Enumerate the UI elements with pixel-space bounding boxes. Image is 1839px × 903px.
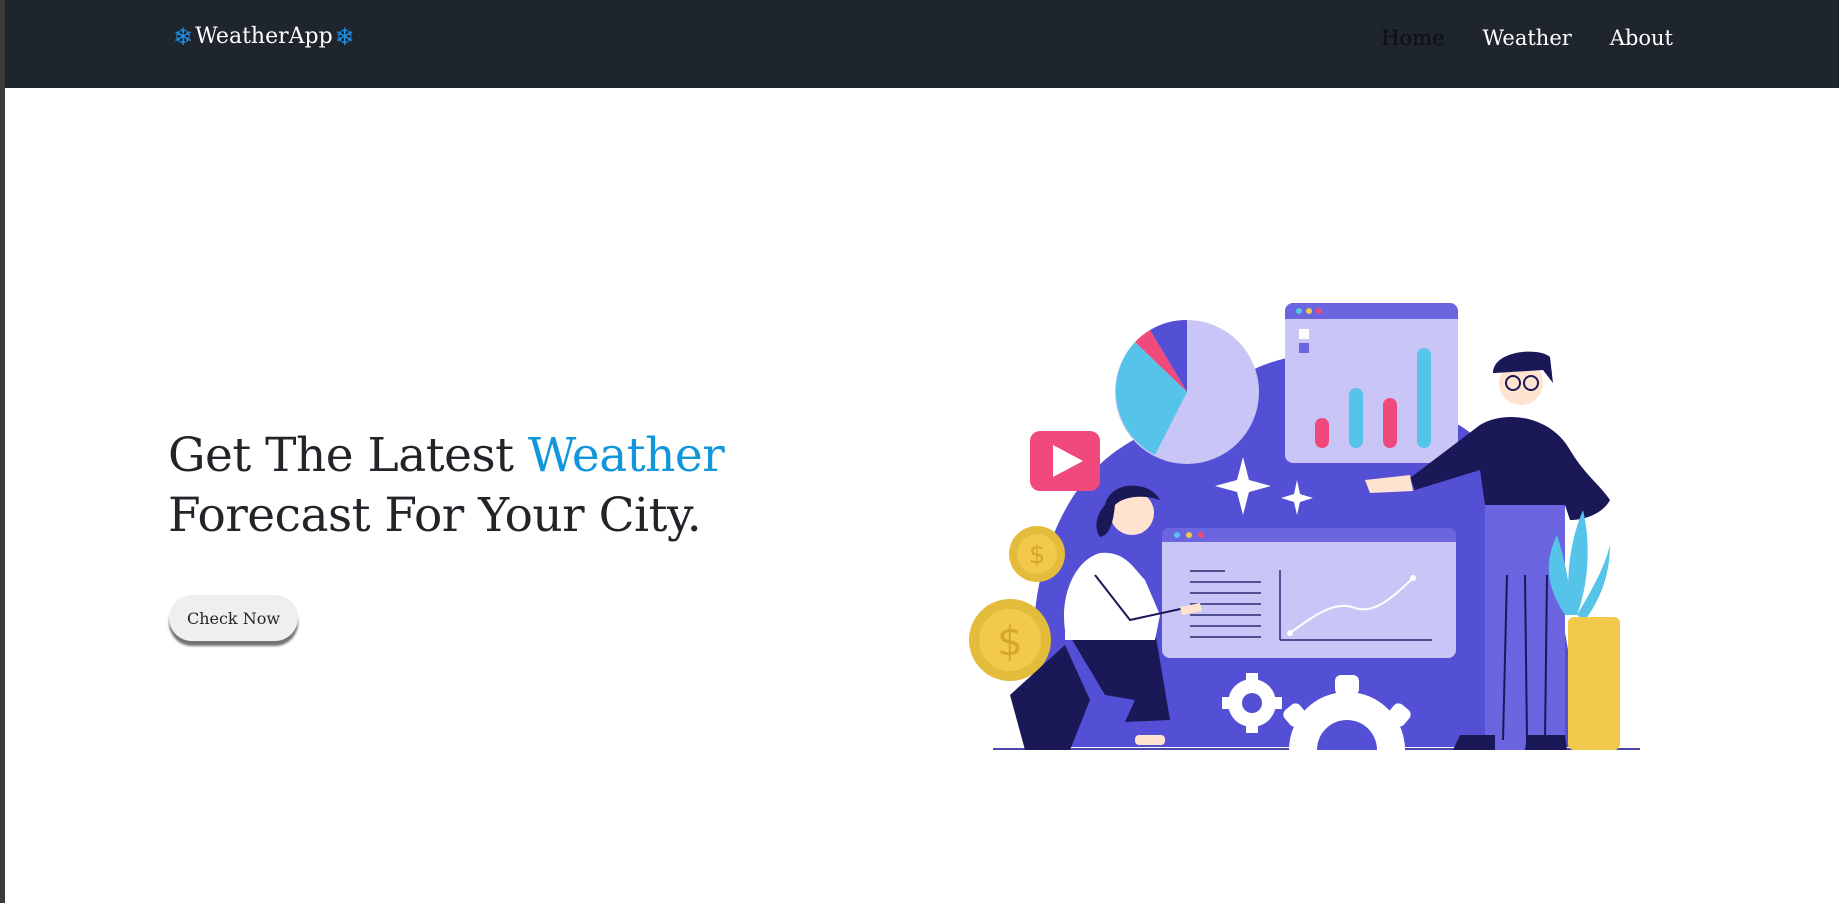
line-chart-window (1162, 528, 1456, 658)
hero-title: Get The Latest Weather Forecast For Your… (168, 426, 928, 546)
hero-title-accent: Weather (527, 428, 725, 483)
pie-chart-graphic (1115, 319, 1259, 464)
nav-link-weather[interactable]: Weather (1483, 26, 1572, 50)
bar-chart-window (1285, 303, 1458, 463)
hero-title-start: Get The Latest (168, 428, 528, 483)
coin-icon: $ (969, 599, 1051, 681)
play-icon (1030, 431, 1100, 491)
brand-name: WeatherApp (195, 24, 333, 49)
nav-link-home[interactable]: Home (1381, 26, 1444, 50)
nav-links: Home Weather About (1381, 26, 1673, 50)
coin-icon: $ (1009, 526, 1065, 582)
snowflake-icon: ❄ (173, 22, 194, 51)
analytics-illustration: $ $ (969, 303, 1640, 750)
check-now-button[interactable]: Check Now (169, 595, 298, 641)
brand-logo[interactable]: ❄ WeatherApp ❄ (173, 24, 355, 49)
svg-text:$: $ (997, 619, 1022, 665)
svg-text:$: $ (1029, 540, 1046, 570)
window-edge (0, 0, 5, 903)
hero-title-end: Forecast For Your City. (168, 488, 702, 543)
snowflake-icon: ❄ (334, 22, 355, 51)
navbar: ❄ WeatherApp ❄ Home Weather About (5, 0, 1839, 88)
nav-link-about[interactable]: About (1610, 26, 1673, 50)
